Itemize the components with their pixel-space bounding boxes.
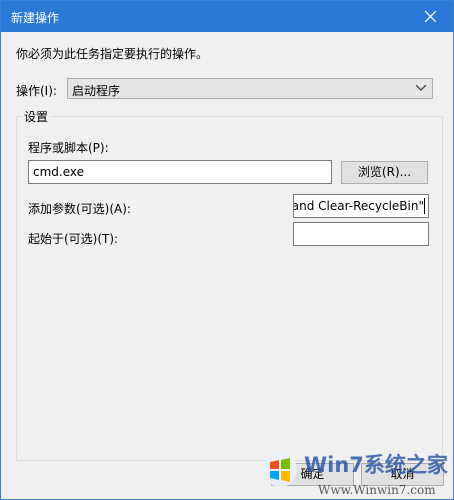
action-label: 操作(I): (16, 84, 57, 98)
close-icon (425, 11, 436, 22)
text-caret (424, 198, 425, 214)
action-select-value: 启动程序 (72, 84, 121, 98)
args-label: 添加参数(可选)(A): (28, 202, 131, 216)
title-bar: 新建操作 (1, 1, 453, 32)
instruction-text: 你必须为此任务指定要执行的操作。 (16, 47, 209, 61)
args-input[interactable]: uand Clear-RecycleBin" (293, 194, 429, 218)
args-input-value: uand Clear-RecycleBin" (293, 199, 424, 213)
svg-text:Win7系统之家: Win7系统之家 (304, 453, 449, 477)
program-input-value: cmd.exe (33, 165, 85, 179)
settings-group-title: 设置 (21, 108, 52, 125)
startin-input[interactable] (293, 222, 429, 246)
close-button[interactable] (409, 1, 453, 32)
program-label: 程序或脚本(P): (28, 141, 109, 155)
watermark-logo: Win7系统之家 Www.Winwin7.com (263, 453, 449, 497)
chevron-down-icon (416, 85, 426, 91)
startin-label: 起始于(可选)(T): (28, 232, 119, 246)
new-action-dialog: 新建操作 你必须为此任务指定要执行的操作。 操作(I): 启动程序 设置 程序或… (0, 0, 454, 500)
svg-text:Www.Winwin7.com: Www.Winwin7.com (318, 483, 436, 497)
browse-button[interactable]: 浏览(R)... (341, 161, 428, 184)
program-input[interactable]: cmd.exe (28, 160, 332, 184)
window-title: 新建操作 (11, 11, 60, 25)
action-select[interactable]: 启动程序 (67, 78, 433, 99)
